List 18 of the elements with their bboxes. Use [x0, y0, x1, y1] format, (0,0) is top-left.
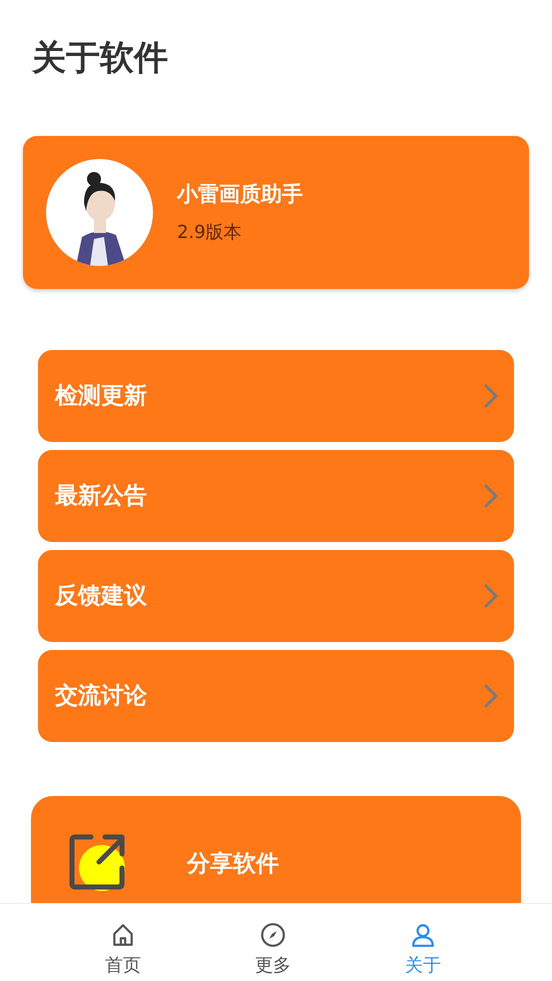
menu-item[interactable]: 交流讨论 — [38, 650, 514, 742]
page-title: 关于软件 — [32, 37, 169, 80]
menu-item[interactable]: 反馈建议 — [38, 550, 514, 642]
tab[interactable]: 更多 — [198, 904, 348, 981]
menu-item[interactable]: 检测更新 — [38, 350, 514, 442]
app-name: 小雷画质助手 — [177, 181, 303, 208]
chevron-icon — [484, 584, 498, 608]
chevron-icon — [484, 384, 498, 408]
chevron-icon — [484, 484, 498, 508]
tab[interactable]: 关于 — [348, 904, 498, 981]
share-icon — [69, 834, 127, 892]
share-button[interactable]: 分享软件 — [31, 796, 521, 903]
tab[interactable]: 首页 — [48, 904, 198, 981]
person-icon — [410, 922, 436, 948]
version-text: 2.9版本 — [177, 220, 243, 245]
compass-icon — [260, 922, 286, 948]
chevron-icon — [484, 684, 498, 708]
menu-item[interactable]: 最新公告 — [38, 450, 514, 542]
